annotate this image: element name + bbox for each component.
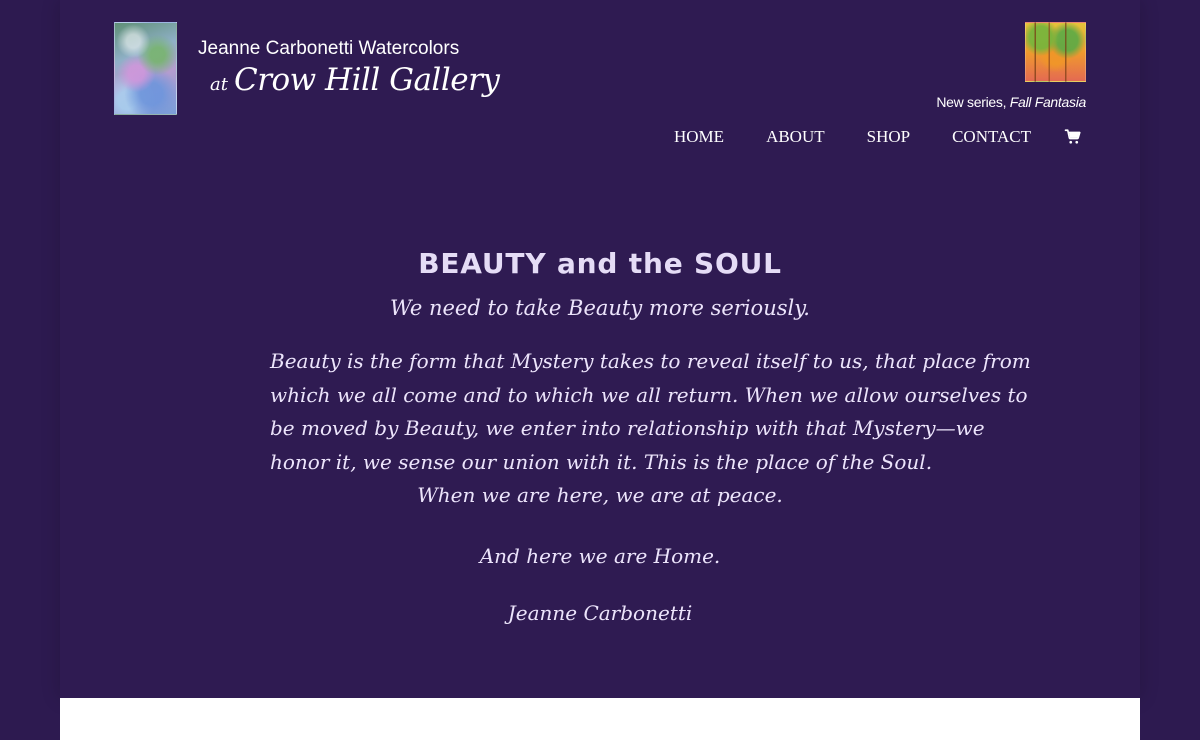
main-content: BEAUTY and the SOUL We need to take Beau…	[60, 246, 1140, 626]
paragraph-line: When we are here, we are at peace.	[417, 483, 783, 507]
signature: Jeanne Carbonetti	[507, 600, 693, 625]
nav-contact[interactable]: CONTACT	[952, 127, 1031, 147]
paragraph-line: Beauty is the form that Mystery takes to…	[270, 349, 1031, 373]
site-subtitle-prefix: at	[210, 74, 228, 95]
new-series-title: Fall Fantasia	[1009, 94, 1087, 110]
logo-watercolor-image[interactable]	[114, 22, 177, 115]
paragraph-line: which we all come and to which we all re…	[270, 382, 1028, 407]
site-container: Jeanne Carbonetti Watercolors at Crow Hil…	[60, 0, 1140, 698]
nav-home[interactable]: HOME	[674, 127, 724, 147]
new-series-caption[interactable]: New series, Fall Fantasia	[936, 94, 1086, 110]
main-paragraph: Beauty is the form that Mystery takes to…	[270, 345, 1031, 513]
cart-icon[interactable]	[1064, 128, 1082, 146]
closing-line: And here we are Home.	[479, 543, 721, 568]
site-subtitle[interactable]: at Crow Hill Gallery	[210, 62, 500, 98]
page-title: BEAUTY and the SOUL	[418, 247, 782, 280]
nav-about[interactable]: ABOUT	[766, 127, 825, 147]
main-nav: HOME ABOUT SHOP CONTACT	[674, 127, 1082, 147]
nav-shop[interactable]: SHOP	[867, 127, 910, 147]
paragraph-line: be moved by Beauty, we enter into relati…	[270, 416, 985, 440]
site-subtitle-text: Crow Hill Gallery	[233, 62, 500, 98]
page: Jeanne Carbonetti Watercolors at Crow Hil…	[0, 0, 1200, 740]
fall-fantasia-thumbnail[interactable]	[1025, 22, 1086, 82]
page-subtitle: We need to take Beauty more seriously.	[390, 296, 810, 320]
site-title[interactable]: Jeanne Carbonetti Watercolors	[198, 38, 488, 60]
new-series-prefix: New series,	[936, 94, 1010, 110]
paragraph-line: honor it, we sense our union with it. Th…	[270, 449, 933, 474]
footer-band	[60, 698, 1140, 740]
